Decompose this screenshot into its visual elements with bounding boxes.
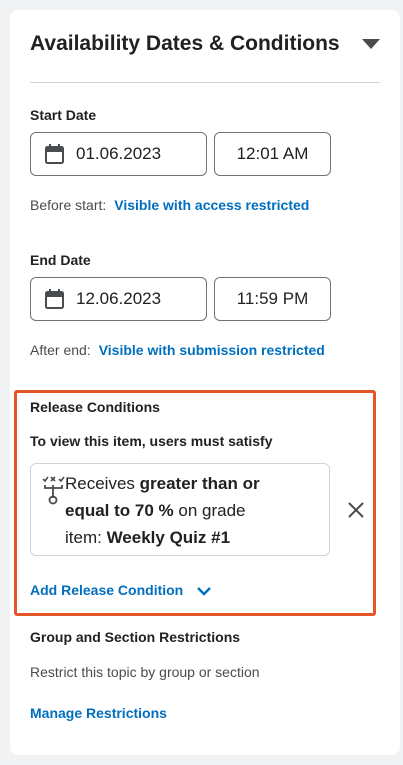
chevron-down-icon	[196, 586, 211, 596]
start-time-input[interactable]: 12:01 AM	[214, 132, 331, 176]
end-date-label: End Date	[30, 252, 91, 268]
divider	[30, 82, 380, 83]
visible-access-restricted-link[interactable]: Visible with access restricted	[114, 197, 309, 213]
start-time-value: 12:01 AM	[236, 144, 309, 163]
remove-condition-icon[interactable]	[346, 500, 366, 520]
end-date-input[interactable]: 12.06.2023	[30, 277, 207, 321]
after-end-row: After end: Visible with submission restr…	[30, 342, 325, 358]
end-date-value: 12.06.2023	[76, 289, 162, 308]
release-condition-text: Receives greater than or equal to 70 % o…	[65, 474, 260, 547]
start-date-label: Start Date	[30, 107, 97, 123]
calendar-icon	[45, 144, 64, 164]
panel-title: Availability Dates & Conditions	[30, 32, 340, 55]
release-conditions-heading: Release Conditions	[30, 399, 160, 415]
visible-submission-restricted-link[interactable]: Visible with submission restricted	[99, 342, 325, 358]
manage-restrictions-link[interactable]: Manage Restrictions	[30, 705, 167, 721]
end-time-value: 11:59 PM	[236, 289, 309, 308]
after-end-label: After end:	[30, 342, 91, 358]
calendar-icon	[45, 289, 64, 309]
start-date-value: 01.06.2023	[76, 144, 162, 163]
before-start-label: Before start:	[30, 197, 107, 213]
release-conditions-subheading: To view this item, users must satisfy	[30, 433, 273, 449]
end-time-input[interactable]: 11:59 PM	[214, 277, 331, 321]
group-section-description: Restrict this topic by group or section	[30, 664, 260, 680]
group-section-heading: Group and Section Restrictions	[30, 629, 241, 645]
collapse-caret-icon[interactable]	[362, 39, 380, 49]
availability-panel: Availability Dates & Conditions Start Da…	[10, 10, 400, 755]
add-release-condition-label: Add Release Condition	[30, 582, 184, 598]
before-start-row: Before start: Visible with access restri…	[30, 197, 309, 213]
add-release-condition-button[interactable]: Add Release Condition	[30, 582, 212, 600]
start-date-input[interactable]: 01.06.2023	[30, 132, 207, 176]
